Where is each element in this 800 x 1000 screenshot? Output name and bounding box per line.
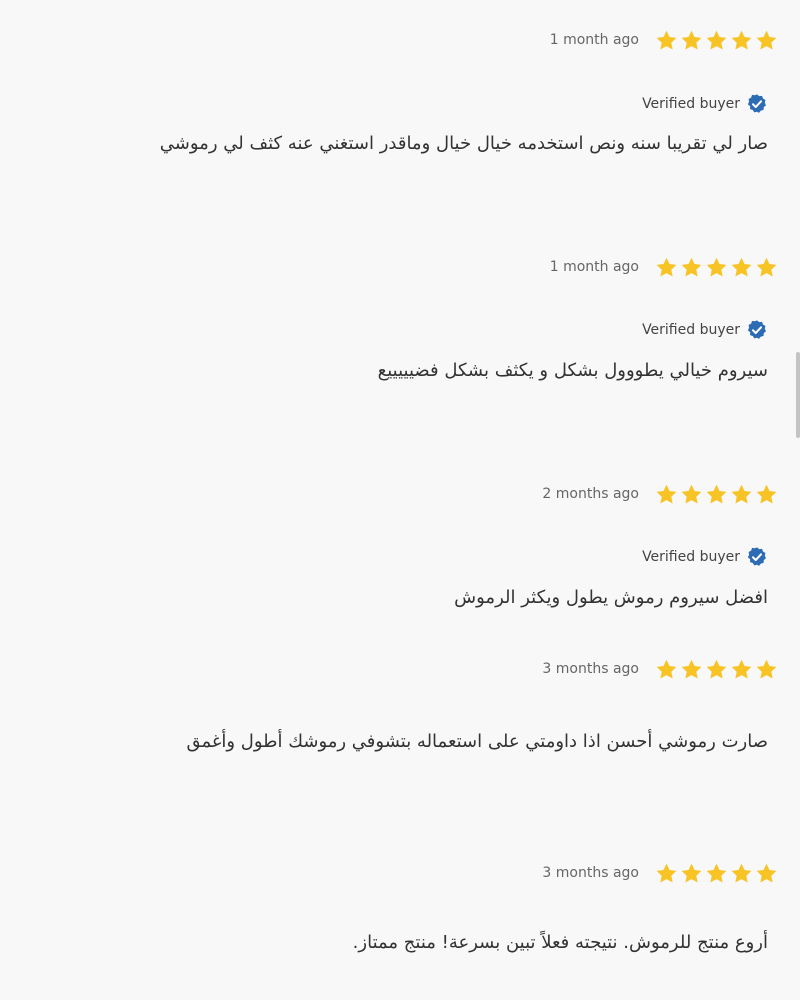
star-icon	[755, 862, 778, 885]
star-icon	[730, 29, 753, 52]
star-rating	[655, 256, 778, 279]
review-text: سيروم خيالي يطووول بشكل و يكثف بشكل فضيي…	[377, 360, 768, 381]
review-date: 1 month ago	[549, 259, 639, 275]
scrollbar-thumb[interactable]	[796, 352, 800, 438]
star-icon	[755, 256, 778, 279]
verified-buyer: Verified buyer	[642, 318, 768, 342]
star-icon	[755, 29, 778, 52]
verified-buyer-label: Verified buyer	[642, 322, 740, 338]
verified-buyer: Verified buyer	[642, 545, 768, 569]
star-icon	[705, 256, 728, 279]
star-icon	[655, 483, 678, 506]
verified-buyer: Verified buyer	[642, 92, 768, 116]
star-icon	[680, 29, 703, 52]
star-icon	[680, 256, 703, 279]
verified-badge-icon	[746, 319, 768, 341]
review-date: 3 months ago	[542, 661, 639, 677]
star-icon	[680, 658, 703, 681]
review-text: صارت رموشي أحسن اذا داومتي على استعماله …	[186, 731, 768, 752]
star-icon	[755, 658, 778, 681]
review-date: 3 months ago	[542, 865, 639, 881]
star-icon	[705, 483, 728, 506]
review-text: افضل سيروم رموش يطول ويكثر الرموش	[454, 587, 768, 608]
review-meta: 3 months ago	[542, 654, 778, 684]
star-rating	[655, 658, 778, 681]
verified-buyer-label: Verified buyer	[642, 96, 740, 112]
star-rating	[655, 483, 778, 506]
review-text: صار لي تقريبا سنه ونص استخدمه خيال خيال …	[159, 133, 768, 154]
verified-badge-icon	[746, 93, 768, 115]
verified-badge-icon	[746, 546, 768, 568]
star-icon	[730, 862, 753, 885]
review-text: أروع منتج للرموش. نتيجته فعلاً تبين بسرع…	[352, 932, 768, 953]
star-icon	[655, 862, 678, 885]
review-meta: 1 month ago	[550, 252, 778, 282]
star-icon	[730, 483, 753, 506]
review-meta: 1 month ago	[550, 25, 778, 55]
star-rating	[655, 862, 778, 885]
star-rating	[655, 29, 778, 52]
review-meta: 2 months ago	[542, 479, 778, 509]
review-date: 2 months ago	[542, 486, 639, 502]
star-icon	[730, 658, 753, 681]
review-meta: 3 months ago	[542, 858, 778, 888]
star-icon	[730, 256, 753, 279]
review-date: 1 month ago	[549, 32, 639, 48]
star-icon	[705, 658, 728, 681]
verified-buyer-label: Verified buyer	[642, 549, 740, 565]
star-icon	[655, 658, 678, 681]
star-icon	[755, 483, 778, 506]
star-icon	[705, 29, 728, 52]
star-icon	[680, 483, 703, 506]
star-icon	[680, 862, 703, 885]
star-icon	[655, 256, 678, 279]
star-icon	[655, 29, 678, 52]
star-icon	[705, 862, 728, 885]
